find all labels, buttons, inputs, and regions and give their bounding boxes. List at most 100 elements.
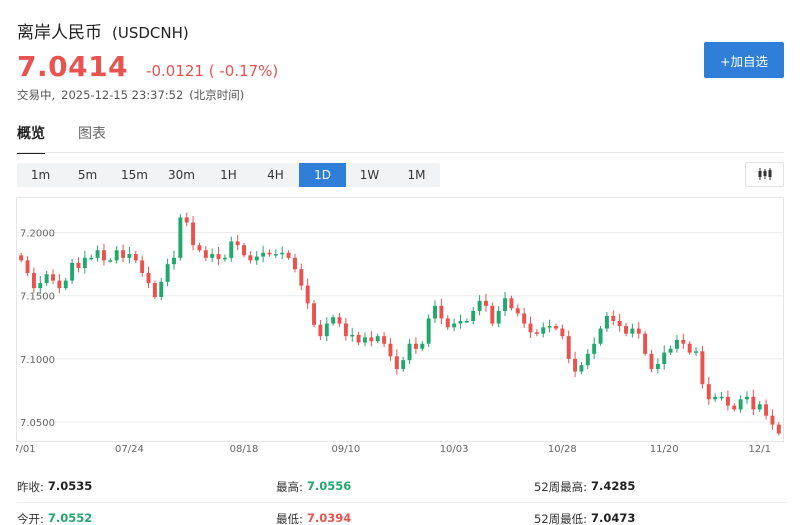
chart-frame [16,197,784,442]
stat-value: 7.4285 [591,479,636,493]
last-price: 7.0414 [17,50,129,83]
candle-body [57,280,62,289]
candle-body [101,250,106,261]
candle-body [725,396,730,406]
candlestick-icon [757,165,773,184]
candle-body [19,255,24,261]
period-1h[interactable]: 1H [205,163,252,187]
x-tick-label: 10/28 [548,444,577,455]
period-15m[interactable]: 15m [111,163,158,187]
y-tick-label: 7.0500 [20,418,55,429]
candle-body [222,257,227,260]
chart-type-button[interactable] [745,162,784,187]
x-tick-label: 11/20 [650,444,679,455]
candle-body [764,404,769,416]
candle-body [140,260,145,273]
stat-label: 最低: [276,511,303,525]
period-1mo[interactable]: 1M [393,163,440,187]
candle-body [624,326,628,334]
price-chart[interactable]: 7.2000 7.1500 7.1000 7.0500 07/01 07/24 08/18 0… [16,197,784,459]
candle-body [363,337,367,343]
candle-body [38,283,43,289]
period-4h[interactable]: 4H [252,163,299,187]
stat-value: 7.0552 [47,510,93,525]
candle-body [458,321,463,324]
candle-body [337,317,342,324]
candle-body [159,281,164,297]
candle-body [471,310,476,321]
candle-body [719,396,724,399]
stats-row: 昨收: 7.0535 最高: 7.0556 52周最高: 7.4285 [17,472,787,503]
stat-value: 7.0535 [47,479,93,493]
period-30m[interactable]: 30m [158,163,205,187]
candle-body [483,300,488,306]
candle-body [242,245,246,256]
candle-body [579,365,584,372]
candle-body [229,241,234,258]
candle-body [592,343,597,354]
candle-body [95,250,100,258]
candle-body [547,326,552,328]
price-change: -0.0121 ( -0.17%) [146,62,279,80]
candle-body [44,274,49,284]
period-5m[interactable]: 5m [64,163,111,187]
period-1m[interactable]: 1m [17,163,64,187]
candle-body [210,254,215,258]
x-tick-label: 07/01 [16,444,36,455]
candle-body [312,303,317,325]
add-to-watchlist-button[interactable]: +加自选 [704,42,784,78]
x-tick-label: 08/18 [230,444,259,455]
candle-body [152,283,157,297]
candle-body [191,222,196,246]
candle-body [82,257,87,268]
stat-label: 最高: [276,480,303,494]
period-1d[interactable]: 1D [299,163,346,187]
candle-body [464,321,469,323]
candle-body [700,351,705,385]
candle-body [776,424,781,434]
candle-body [598,328,603,344]
candle-body [76,262,81,268]
candle-body [738,399,743,410]
candle-body [732,405,737,410]
status-timestamp: 2025-12-15 23:37:52 [61,88,184,102]
stat-value: 7.0556 [306,479,352,493]
candle-body [426,318,431,344]
candle-body [566,336,571,359]
candle-body [751,396,756,410]
candle-body [133,254,138,261]
candle-body [554,326,558,329]
status-text: 交易中, [17,88,56,102]
candle-body [248,255,253,261]
candle-body [114,250,119,261]
tab-chart[interactable]: 图表 [78,123,106,154]
candle-body [382,336,387,344]
candle-body [324,323,329,337]
candle-body [630,328,635,334]
price-row: 7.0414 -0.0121 ( -0.17%) [17,50,278,83]
candle-body [203,250,208,258]
x-tick-label: 12/1 [748,444,770,455]
candle-body [350,334,355,337]
y-tick-label: 7.2000 [20,229,55,240]
candle-body [318,324,323,337]
trading-status: 交易中, 2025-12-15 23:37:52 (北京时间) [17,87,250,103]
tab-overview[interactable]: 概览 [17,123,45,154]
candle-body [31,273,36,289]
stat-label: 52周最高: [534,480,588,494]
instrument-code: (USDCNH) [112,24,189,42]
candle-body [662,352,667,364]
candle-body [643,333,648,354]
candle-body [343,323,348,337]
candle-body [407,343,412,361]
candle-body [197,245,202,251]
candle-body [611,315,616,321]
period-1w[interactable]: 1W [346,163,393,187]
candle-body [25,260,30,273]
candle-body [375,336,380,342]
candle-body [560,328,565,337]
candle-body [515,308,520,314]
candle-body [573,358,578,372]
candle-body [127,254,132,258]
candle-body [70,262,75,281]
